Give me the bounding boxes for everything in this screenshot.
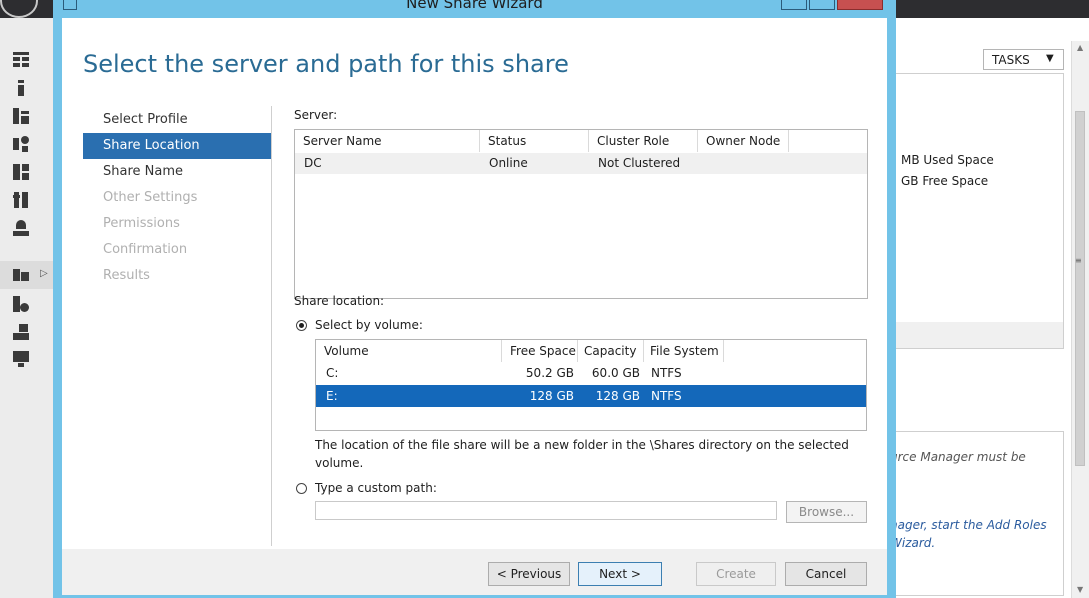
local-server-icon[interactable]: [13, 80, 29, 96]
remote-access-icon[interactable]: [13, 220, 29, 236]
free-space-text: GB Free Space: [901, 174, 989, 188]
custom-path-input[interactable]: [315, 501, 777, 520]
server-label: Server:: [294, 108, 338, 122]
expand-arrow-icon[interactable]: ▷: [40, 268, 48, 279]
step-select-profile[interactable]: Select Profile: [83, 107, 271, 133]
tasks-dropdown[interactable]: TASKS ▼: [983, 49, 1064, 70]
step-permissions: Permissions: [103, 216, 180, 231]
scroll-down-icon[interactable]: ▼: [1077, 585, 1083, 594]
scroll-grip-icon: ≡: [1075, 256, 1082, 265]
column-header-file-system[interactable]: File System: [644, 340, 724, 362]
table-row-selected[interactable]: E: 128 GB 128 GB NTFS: [316, 385, 866, 407]
column-header-status[interactable]: Status: [480, 130, 589, 152]
table-row[interactable]: DC Online Not Clustered: [295, 153, 867, 174]
previous-button[interactable]: < Previous: [488, 562, 570, 586]
volume-tile-footer: [887, 322, 1063, 348]
dns-icon[interactable]: [13, 164, 29, 180]
ad-ds-icon[interactable]: [13, 136, 29, 152]
create-button[interactable]: Create: [696, 562, 776, 586]
notice-link-line1[interactable]: nager, start the Add Roles: [890, 518, 1047, 532]
file-storage-services-icon[interactable]: [13, 267, 29, 283]
volume-tile: [886, 73, 1064, 349]
notice-text-line1: urce Manager must be: [890, 450, 1026, 464]
close-button[interactable]: [837, 0, 883, 10]
share-location-label: Share location:: [294, 294, 385, 308]
capacity-cell: 128 GB: [595, 389, 640, 403]
column-header-cluster-role[interactable]: Cluster Role: [589, 130, 698, 152]
column-header-capacity[interactable]: Capacity: [578, 340, 644, 362]
scroll-up-icon[interactable]: ▲: [1077, 43, 1083, 52]
chevron-down-icon: ▼: [1046, 53, 1054, 64]
wizard-titlebar[interactable]: New Share Wizard: [53, 0, 896, 18]
page-title: Select the server and path for this shar…: [83, 50, 569, 78]
cancel-button[interactable]: Cancel: [785, 562, 867, 586]
column-header-free-space[interactable]: Free Space: [502, 340, 578, 362]
notice-link-line2[interactable]: Wizard.: [890, 536, 935, 550]
cluster-role-cell: Not Clustered: [598, 156, 681, 170]
all-servers-icon[interactable]: [13, 108, 29, 124]
share-location-note: The location of the file share will be a…: [315, 438, 849, 470]
scrollbar-thumb[interactable]: [1075, 111, 1085, 466]
wsus-icon[interactable]: [13, 296, 29, 312]
browse-button[interactable]: Browse...: [786, 501, 867, 523]
column-header-owner-node[interactable]: Owner Node: [698, 130, 789, 152]
step-confirmation: Confirmation: [103, 242, 188, 257]
column-header-volume[interactable]: Volume: [316, 340, 502, 362]
select-by-volume-label[interactable]: Select by volume:: [315, 318, 423, 332]
used-space-text: MB Used Space: [901, 153, 994, 167]
remote-desktop-icon[interactable]: [13, 351, 29, 367]
next-button[interactable]: Next >: [578, 562, 662, 586]
vertical-scrollbar[interactable]: ▲ ≡ ▼: [1071, 41, 1089, 598]
steps-divider: [271, 106, 272, 546]
back-button[interactable]: [0, 0, 38, 18]
dashboard-icon[interactable]: [13, 52, 29, 68]
step-other-settings: Other Settings: [103, 190, 198, 205]
print-services-icon[interactable]: [13, 324, 29, 340]
minimize-button[interactable]: [781, 0, 807, 10]
wizard-window-title: New Share Wizard: [406, 0, 543, 12]
server-table[interactable]: Server Name Status Cluster Role Owner No…: [294, 129, 868, 299]
status-cell: Online: [489, 156, 528, 170]
free-space-cell: 128 GB: [529, 389, 574, 403]
iis-icon[interactable]: [13, 192, 29, 208]
table-row[interactable]: C: 50.2 GB 60.0 GB NTFS: [316, 362, 866, 384]
volume-table[interactable]: Volume Free Space Capacity File System C…: [315, 339, 867, 431]
server-name-cell: DC: [304, 156, 322, 170]
maximize-button[interactable]: [809, 0, 835, 10]
select-by-volume-radio[interactable]: [296, 320, 307, 331]
custom-path-radio[interactable]: [296, 483, 307, 494]
step-share-location[interactable]: Share Location: [83, 133, 271, 159]
custom-path-label[interactable]: Type a custom path:: [315, 481, 437, 495]
file-system-cell: NTFS: [651, 389, 682, 403]
volume-cell: E:: [326, 389, 338, 403]
file-system-cell: NTFS: [651, 366, 682, 380]
capacity-cell: 60.0 GB: [591, 366, 640, 380]
step-share-name[interactable]: Share Name: [83, 159, 271, 185]
server-manager-sidebar: ▷: [0, 18, 53, 598]
tasks-label: TASKS: [992, 53, 1030, 67]
free-space-cell: 50.2 GB: [525, 366, 574, 380]
volume-cell: C:: [326, 366, 339, 380]
radio-selected-dot: [299, 323, 304, 328]
step-results: Results: [103, 268, 150, 283]
column-header-server-name[interactable]: Server Name: [295, 130, 480, 152]
